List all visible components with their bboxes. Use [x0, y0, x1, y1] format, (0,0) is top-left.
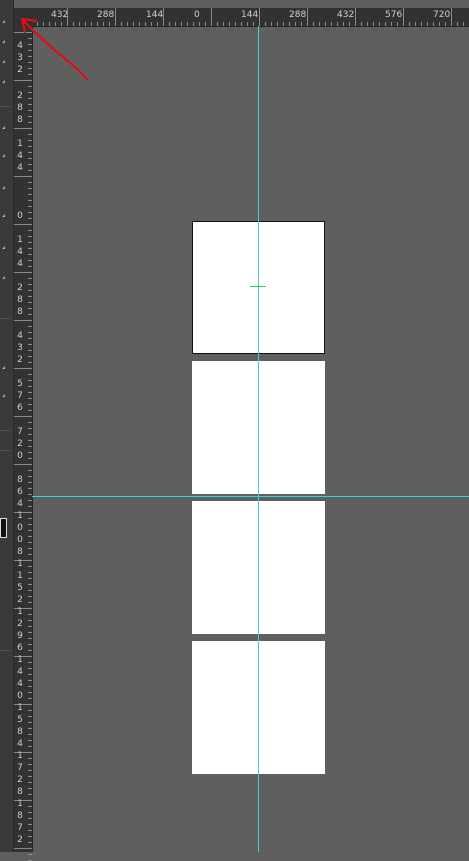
ruler-label: 2: [17, 355, 23, 365]
tool-expand-icon[interactable]: [2, 186, 5, 189]
ruler-label: 1: [17, 703, 23, 713]
ruler-label: 1: [17, 571, 23, 581]
ruler-label: 7: [17, 391, 23, 401]
ruler-label: 432: [337, 10, 355, 20]
ruler-label: 0: [17, 691, 23, 701]
tool-expand-icon[interactable]: [2, 276, 5, 279]
tool-expand-icon[interactable]: [2, 394, 5, 397]
tool-expand-icon[interactable]: [2, 214, 5, 217]
ruler-label: 8: [17, 547, 23, 557]
ruler-label: 7: [17, 763, 23, 773]
ruler-label: 0: [194, 10, 200, 20]
ruler-label: 6: [17, 643, 23, 653]
tool-expand-icon[interactable]: [2, 246, 5, 249]
ruler-label: 144: [146, 10, 164, 20]
ruler-label: 1: [17, 511, 23, 521]
ruler-label: 2: [17, 439, 23, 449]
ruler-label: 576: [385, 10, 403, 20]
ruler-label: 8: [17, 787, 23, 797]
ruler-label: 720: [433, 10, 451, 20]
horizontal-guide[interactable]: [32, 496, 469, 497]
ruler-label: 0: [17, 451, 23, 461]
tool-panel: [0, 0, 14, 852]
ruler-label: 8: [17, 475, 23, 485]
ruler-label: 1: [17, 799, 23, 809]
ruler-label: 4: [17, 331, 23, 341]
ruler-label: 1: [17, 655, 23, 665]
ruler-label: 2: [17, 283, 23, 293]
ruler-label: 5: [17, 379, 23, 389]
ruler-label: 0: [17, 211, 23, 221]
ruler-label: 6: [17, 403, 23, 413]
ruler-label: 9: [17, 631, 23, 641]
ruler-label: 8: [17, 727, 23, 737]
ruler-label: 2: [17, 775, 23, 785]
ruler-label: 8: [17, 811, 23, 821]
ruler-label: 6: [17, 487, 23, 497]
ruler-label: 144: [241, 10, 259, 20]
ruler-label: 1: [17, 235, 23, 245]
ruler-label: 7: [17, 823, 23, 833]
ruler-label: 1: [17, 607, 23, 617]
ruler-label: 3: [17, 343, 23, 353]
ruler-label: 1: [17, 559, 23, 569]
ruler-label: 5: [17, 715, 23, 725]
ruler-label: 288: [289, 10, 307, 20]
ruler-label: 1: [17, 751, 23, 761]
ruler-label: 8: [17, 103, 23, 113]
ruler-label: 0: [17, 535, 23, 545]
ruler-label: 2: [17, 619, 23, 629]
ruler-label: 4: [17, 667, 23, 677]
vertical-guide[interactable]: [258, 26, 259, 852]
ruler-label: 2: [17, 91, 23, 101]
ruler-label: 4: [17, 259, 23, 269]
tool-expand-icon[interactable]: [2, 154, 5, 157]
ruler-label: 4: [17, 247, 23, 257]
annotation-arrow-icon: [20, 17, 89, 81]
ruler-label: 8: [17, 115, 23, 125]
tool-expand-icon[interactable]: [2, 366, 5, 369]
ruler-label: 8: [17, 307, 23, 317]
ruler-label: 1: [17, 139, 23, 149]
ruler-label: 4: [17, 499, 23, 509]
tool-expand-icon[interactable]: [2, 126, 5, 129]
ruler-label: 4: [17, 739, 23, 749]
center-crosshair: [250, 286, 266, 287]
ruler-label: 5: [17, 583, 23, 593]
ruler-label: 2: [17, 835, 23, 845]
ruler-label: 4: [17, 151, 23, 161]
ruler-label: 8: [17, 295, 23, 305]
ruler-label: 0: [17, 523, 23, 533]
ruler-label: 2: [17, 595, 23, 605]
ruler-label: 4: [17, 679, 23, 689]
ruler-label: 4: [17, 163, 23, 173]
color-swatch[interactable]: [0, 518, 7, 538]
ruler-label: 7: [17, 427, 23, 437]
